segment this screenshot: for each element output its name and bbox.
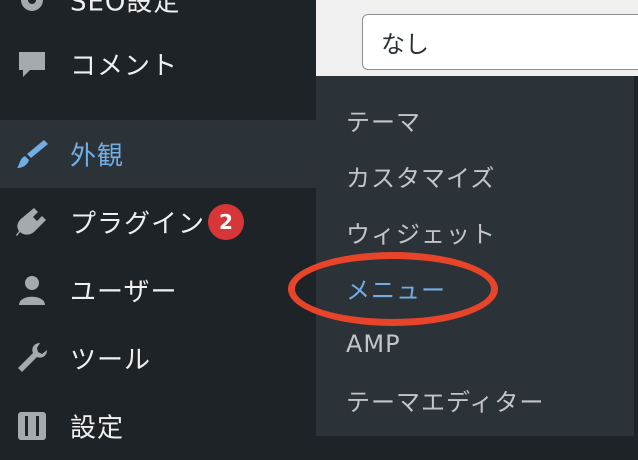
wrench-icon <box>14 340 50 376</box>
submenu-item-theme-editor[interactable]: テーマエディター <box>316 374 634 426</box>
submenu-item-label: AMP <box>346 330 401 358</box>
submenu-item-customize[interactable]: カスタマイズ <box>316 150 634 202</box>
right-edge <box>634 76 638 436</box>
submenu-item-menus[interactable]: メニュー <box>316 262 634 314</box>
menu-select-value: なし <box>381 30 429 59</box>
content-area: なし <box>316 0 638 76</box>
sidebar-item-label: プラグイン <box>70 209 206 240</box>
user-icon <box>14 272 50 308</box>
submenu-item-label: ウィジェット <box>346 220 496 249</box>
submenu-item-label: テーマ <box>346 108 421 137</box>
submenu-item-label: カスタマイズ <box>346 164 496 193</box>
sidebar-item-label: SEO設定 <box>70 0 181 18</box>
sidebar-item-comments[interactable]: コメント <box>0 30 316 98</box>
appearance-submenu: テーマ カスタマイズ ウィジェット メニュー AMP テーマエディター <box>316 76 634 436</box>
sidebar-item-label: ツール <box>70 345 152 376</box>
paintbrush-icon <box>14 136 50 172</box>
sidebar-item-seo[interactable]: SEO設定 <box>0 0 316 34</box>
settings-sliders-icon <box>14 408 50 444</box>
sidebar-item-settings[interactable]: 設定 <box>0 392 316 460</box>
comment-icon <box>14 46 50 82</box>
active-menu-arrow <box>300 138 316 170</box>
sidebar-item-label: 設定 <box>70 413 125 444</box>
submenu-item-label: メニュー <box>346 276 446 305</box>
submenu-item-label: テーマエディター <box>346 388 545 417</box>
submenu-item-widgets[interactable]: ウィジェット <box>316 206 634 258</box>
sidebar-item-label: 外観 <box>70 141 125 172</box>
sidebar-item-label: ユーザー <box>70 277 178 308</box>
admin-sidebar: SEO設定 コメント 外観 プラグイン 2 ユーザー ツール 設定 <box>0 0 316 444</box>
sidebar-item-tools[interactable]: ツール <box>0 324 316 392</box>
gear-icon <box>14 0 50 18</box>
sidebar-item-users[interactable]: ユーザー <box>0 256 316 324</box>
submenu-item-amp[interactable]: AMP <box>316 318 634 370</box>
sidebar-item-label: コメント <box>70 51 179 82</box>
sidebar-item-plugins[interactable]: プラグイン 2 <box>0 188 316 256</box>
menu-select[interactable]: なし <box>362 14 638 70</box>
submenu-item-themes[interactable]: テーマ <box>316 94 634 146</box>
update-count-badge: 2 <box>208 204 244 240</box>
plugin-icon <box>14 204 50 240</box>
sidebar-item-appearance[interactable]: 外観 <box>0 120 316 188</box>
